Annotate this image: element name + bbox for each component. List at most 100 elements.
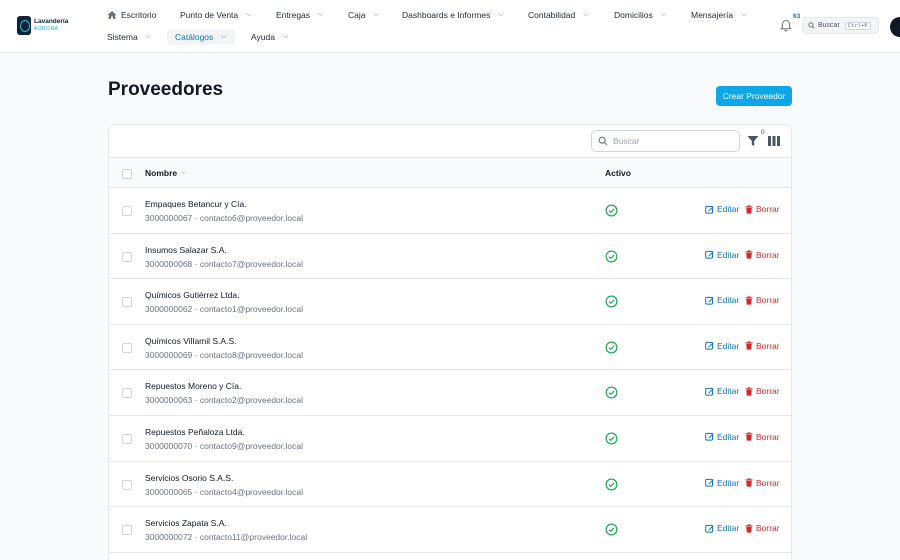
edit-button[interactable]: Editar xyxy=(705,204,739,214)
row-checkbox[interactable] xyxy=(122,206,132,216)
nav-mensajeria[interactable]: Mensajería ⌵ xyxy=(691,10,746,20)
provider-contact: 3000000072 · contacto11@proveedor.local xyxy=(145,532,308,543)
delete-label: Borrar xyxy=(756,477,780,488)
chevron-down-icon: ⌵ xyxy=(741,11,747,18)
logo-icon xyxy=(17,16,31,35)
chevron-down-icon: ⌵ xyxy=(318,11,324,18)
provider-contact: 3000000065 · contacto4@proveedor.local xyxy=(145,486,303,497)
filter-icon[interactable] xyxy=(747,135,759,147)
provider-phone: 3000000068 xyxy=(145,258,193,269)
row-checkbox[interactable] xyxy=(122,479,132,490)
delete-button[interactable]: Borrar xyxy=(745,523,780,533)
edit-button[interactable]: Editar xyxy=(705,432,739,442)
delete-button[interactable]: Borrar xyxy=(745,295,780,305)
nav-sistema[interactable]: Sistema ⌵ xyxy=(107,32,151,42)
brand-sub: AURORA xyxy=(34,25,59,32)
column-name-label: Nombre xyxy=(145,168,178,178)
nav-label: Mensajería xyxy=(691,10,734,20)
nav-dashboards[interactable]: Dashboards e Informes ⌵ xyxy=(402,10,504,20)
edit-button[interactable]: Editar xyxy=(705,341,739,351)
edit-button[interactable]: Editar xyxy=(705,478,739,488)
trash-icon xyxy=(745,204,753,214)
global-search-label: Buscar xyxy=(818,22,840,29)
column-header-active: Activo xyxy=(605,168,631,178)
column-header-name[interactable]: Nombre ⌵ xyxy=(145,168,186,178)
nav-escritorio[interactable]: Escritorio xyxy=(107,10,156,20)
edit-icon xyxy=(705,205,714,214)
nav-entregas[interactable]: Entregas ⌵ xyxy=(276,10,323,20)
bell-icon[interactable] xyxy=(780,19,792,32)
delete-label: Borrar xyxy=(756,431,780,442)
nav-punto-de-venta[interactable]: Punto de Venta ⌵ xyxy=(180,10,251,20)
table-row: Repuestos Moreno y Cía. 3000000063 · con… xyxy=(109,370,791,416)
trash-icon xyxy=(745,341,753,350)
nav-label: Punto de Venta xyxy=(180,10,239,20)
table-row: Empaques Betancur y Cía. 3000000067 · co… xyxy=(109,188,791,234)
search-icon xyxy=(808,22,815,29)
delete-button[interactable]: Borrar xyxy=(745,478,780,488)
provider-name: Servicios Osorio S.A.S. xyxy=(145,472,234,483)
edit-button[interactable]: Editar xyxy=(705,250,739,260)
search-icon xyxy=(598,136,608,146)
nav-caja[interactable]: Caja ⌵ xyxy=(348,10,379,20)
delete-button[interactable]: Borrar xyxy=(745,386,780,396)
row-checkbox[interactable] xyxy=(122,251,132,262)
table-toolbar: 0 xyxy=(109,125,791,158)
provider-contact: 3000000070 · contacto9@proveedor.local xyxy=(145,440,303,451)
nav-ayuda[interactable]: Ayuda ⌵ xyxy=(251,32,288,42)
delete-label: Borrar xyxy=(756,204,780,214)
nav-domicilios[interactable]: Domicilios ⌵ xyxy=(614,10,666,20)
trash-icon xyxy=(745,250,753,259)
edit-icon xyxy=(705,296,714,305)
providers-table-card: 0 Nombre ⌵ Activo Empaques Betancur y Cí… xyxy=(108,124,792,560)
edit-button[interactable]: Editar xyxy=(705,386,739,396)
global-search-button[interactable]: Buscar Ctrl+K xyxy=(802,17,879,34)
create-provider-button[interactable]: Crear Proveedor xyxy=(716,86,792,106)
delete-button[interactable]: Borrar xyxy=(745,432,780,442)
table-search[interactable] xyxy=(591,130,740,152)
check-circle-icon xyxy=(605,250,618,263)
edit-icon xyxy=(705,433,714,442)
avatar[interactable] xyxy=(890,17,900,37)
nav-label: Dashboards e Informes xyxy=(402,10,491,20)
search-input[interactable] xyxy=(613,136,728,146)
row-checkbox[interactable] xyxy=(122,342,132,353)
row-checkbox[interactable] xyxy=(122,433,132,444)
brand-logo[interactable]: Lavandería AURORA xyxy=(17,16,68,35)
chevron-down-icon: ⌵ xyxy=(498,11,504,18)
delete-button[interactable]: Borrar xyxy=(745,250,780,260)
edit-label: Editar xyxy=(717,204,740,214)
search-shortcut: Ctrl+K xyxy=(844,21,871,30)
edit-button[interactable]: Editar xyxy=(705,295,739,305)
provider-phone: 3000000065 xyxy=(145,486,193,497)
table-row: Servicios Osorio S.A.S. 3000000065 · con… xyxy=(109,462,791,508)
top-navbar: Lavandería AURORA Escritorio Punto de Ve… xyxy=(0,0,900,53)
provider-name: Repuestos Peñaloza Ltda. xyxy=(145,426,245,437)
row-checkbox[interactable] xyxy=(122,297,132,308)
trash-icon xyxy=(745,296,753,305)
row-checkbox[interactable] xyxy=(122,525,132,536)
edit-label: Editar xyxy=(717,340,740,351)
provider-name: Químicos Villamil S.A.S. xyxy=(145,335,237,346)
select-all-checkbox[interactable] xyxy=(122,169,132,179)
edit-button[interactable]: Editar xyxy=(705,523,739,533)
check-circle-icon xyxy=(605,295,618,308)
row-checkbox[interactable] xyxy=(122,388,132,399)
notification-badge: 63 xyxy=(793,13,801,20)
provider-email: contacto7@proveedor.local xyxy=(199,258,303,269)
provider-name: Servicios Zapata S.A. xyxy=(145,518,227,529)
nav-contabilidad[interactable]: Contabilidad ⌵ xyxy=(528,10,589,20)
provider-email: contacto2@proveedor.local xyxy=(199,395,303,406)
table-body: Empaques Betancur y Cía. 3000000067 · co… xyxy=(109,188,791,553)
nav-catalogos[interactable]: Catálogos ⌵ xyxy=(167,29,235,45)
trash-icon xyxy=(745,387,753,396)
provider-email: contacto4@proveedor.local xyxy=(199,486,303,497)
provider-phone: 3000000070 xyxy=(145,440,193,451)
delete-button[interactable]: Borrar xyxy=(745,341,780,351)
chevron-down-icon: ⌵ xyxy=(221,33,227,40)
provider-contact: 3000000062 · contacto1@proveedor.local xyxy=(145,304,303,315)
delete-button[interactable]: Borrar xyxy=(745,204,780,214)
chevron-down-icon: ⌵ xyxy=(660,11,667,18)
chevron-down-icon: ⌵ xyxy=(583,11,589,18)
columns-icon[interactable] xyxy=(768,136,780,146)
